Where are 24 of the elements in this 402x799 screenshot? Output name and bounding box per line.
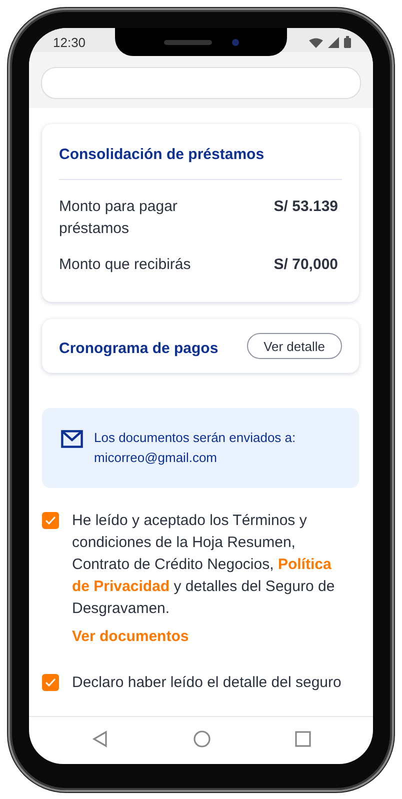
status-time: 12:30 — [53, 34, 86, 50]
checkbox[interactable] — [42, 674, 59, 691]
card-title: Consolidación de préstamos — [59, 146, 266, 163]
wifi-icon — [309, 38, 323, 48]
home-icon[interactable] — [193, 730, 211, 748]
recent-apps-icon[interactable] — [295, 730, 311, 746]
detail-button[interactable]: Ver detalle — [246, 333, 342, 359]
signal-icon — [328, 37, 339, 48]
consent-text: He leído y aceptado los Términos y condiciones de la Hoja Resumen, Contrato de Crédito Negocios, Política de Privacidad y detalles del Seguro de Desgravamen. — [72, 511, 336, 619]
check-icon — [45, 516, 56, 525]
card-title: Cronograma de pagos — [59, 339, 218, 357]
battery-icon — [344, 36, 351, 48]
back-icon[interactable] — [91, 730, 109, 748]
check-icon — [45, 678, 56, 687]
envelope-icon — [61, 430, 83, 448]
notice-text: Los documentos serán enviados a: — [94, 429, 296, 447]
input-field[interactable] — [41, 67, 361, 99]
amount-label: Monto que recibirás — [59, 255, 192, 275]
amount-label: Monto para pagar préstamos — [59, 197, 178, 239]
amount-value: S/ 70,000 — [274, 255, 339, 275]
consent-text: Declaro haber leído el detalle del seguro — [72, 673, 342, 693]
email-address: micorreo@gmail.com — [94, 449, 218, 467]
checkbox[interactable] — [42, 512, 59, 529]
amount-value: S/ 53.139 — [274, 197, 339, 217]
